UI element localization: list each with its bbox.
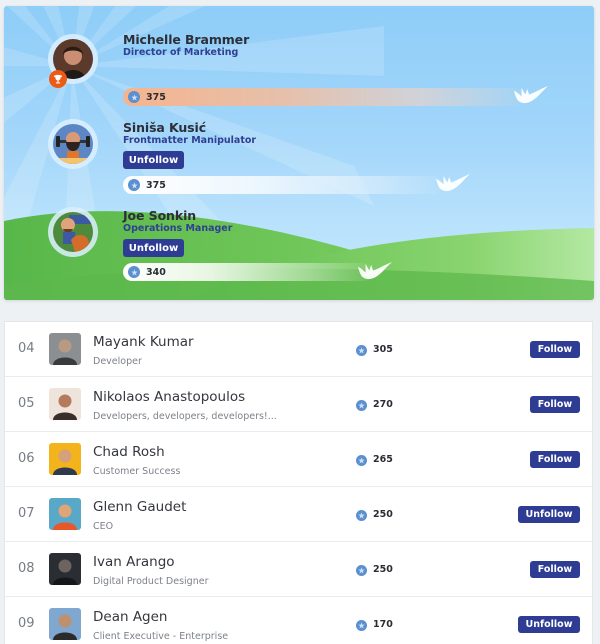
avatar[interactable]	[49, 443, 81, 475]
leaderboard-row: 05 Nikolaos Anastopoulos Developers, devel…	[5, 377, 592, 432]
user-name[interactable]: Dean Agen	[93, 609, 168, 625]
podium-3-points: 340	[146, 266, 166, 278]
points-star-icon	[356, 510, 367, 521]
bird-icon	[513, 86, 549, 104]
user-subtitle: Customer Success	[93, 466, 181, 477]
avatar	[53, 212, 93, 252]
top-three-banner: Michelle Brammer Director of Marketing 3…	[4, 6, 594, 300]
podium-3-name[interactable]: Joe Sonkin	[123, 208, 196, 223]
user-name[interactable]: Chad Rosh	[93, 444, 165, 460]
podium-2-avatar[interactable]	[48, 119, 98, 169]
follow-button[interactable]: Follow	[530, 396, 580, 413]
user-subtitle: Developer	[93, 356, 142, 367]
leaderboard-row: 04 Mayank Kumar Developer 305 Follow	[5, 322, 592, 377]
rank: 09	[18, 616, 35, 631]
avatar[interactable]	[49, 498, 81, 530]
avatar	[53, 124, 93, 164]
unfollow-button[interactable]: Unfollow	[518, 616, 580, 633]
user-subtitle: Client Executive - Enterprise	[93, 631, 229, 642]
points-star-icon	[128, 179, 140, 191]
rank: 07	[18, 506, 35, 521]
podium-3-unfollow-button[interactable]: Unfollow	[123, 239, 184, 257]
points-star-icon	[356, 455, 367, 466]
user-subtitle: Digital Product Designer	[93, 576, 209, 587]
points: 170	[373, 619, 393, 630]
points: 305	[373, 344, 393, 355]
podium-2-points-bar: 375	[123, 176, 443, 194]
podium-3-title: Operations Manager	[123, 223, 233, 234]
points-star-icon	[128, 91, 140, 103]
points-star-icon	[356, 400, 367, 411]
rank: 08	[18, 561, 35, 576]
leaderboard-list: 04 Mayank Kumar Developer 305 Follow 05 Nikola…	[4, 321, 593, 644]
user-name[interactable]: Mayank Kumar	[93, 334, 194, 350]
points-star-icon	[356, 345, 367, 356]
podium-2-title: Frontmatter Manipulator	[123, 135, 257, 146]
podium-2-name[interactable]: Siniša Kusić	[123, 120, 206, 135]
avatar[interactable]	[49, 553, 81, 585]
points: 265	[373, 454, 393, 465]
trophy-icon	[53, 74, 63, 84]
trophy-badge	[49, 70, 67, 88]
unfollow-button[interactable]: Unfollow	[518, 506, 580, 523]
podium-3-points-bar: 340	[123, 263, 373, 281]
podium-1-name[interactable]: Michelle Brammer	[123, 32, 249, 47]
podium-2-points: 375	[146, 179, 166, 191]
leaderboard-row: 08 Ivan Arango Digital Product Designer 250…	[5, 542, 592, 597]
user-name[interactable]: Ivan Arango	[93, 554, 175, 570]
leaderboard-row: 06 Chad Rosh Customer Success 265 Follow	[5, 432, 592, 487]
user-subtitle: Developers, developers, developers!...	[93, 411, 277, 422]
points-star-icon	[128, 266, 140, 278]
avatar[interactable]	[49, 608, 81, 640]
podium-1-points-bar: 375	[123, 88, 523, 106]
leaderboard-row: 09 Dean Agen Client Executive - Enterprise…	[5, 597, 592, 644]
user-subtitle: CEO	[93, 521, 114, 532]
podium-1-title: Director of Marketing	[123, 47, 239, 58]
rank: 06	[18, 451, 35, 466]
avatar[interactable]	[49, 333, 81, 365]
leaderboard-row: 07 Glenn Gaudet CEO 250 Unfollow	[5, 487, 592, 542]
podium-3-avatar[interactable]	[48, 207, 98, 257]
user-name[interactable]: Nikolaos Anastopoulos	[93, 389, 245, 405]
rank: 04	[18, 341, 35, 356]
follow-button[interactable]: Follow	[530, 561, 580, 578]
points-star-icon	[356, 565, 367, 576]
user-name[interactable]: Glenn Gaudet	[93, 499, 186, 515]
rank: 05	[18, 396, 35, 411]
points: 250	[373, 564, 393, 575]
podium-1-points: 375	[146, 91, 166, 103]
follow-button[interactable]: Follow	[530, 341, 580, 358]
points: 270	[373, 399, 393, 410]
follow-button[interactable]: Follow	[530, 451, 580, 468]
points-star-icon	[356, 620, 367, 631]
avatar[interactable]	[49, 388, 81, 420]
points: 250	[373, 509, 393, 520]
bird-icon	[435, 174, 471, 192]
podium-2-unfollow-button[interactable]: Unfollow	[123, 151, 184, 169]
bird-icon	[357, 262, 393, 280]
